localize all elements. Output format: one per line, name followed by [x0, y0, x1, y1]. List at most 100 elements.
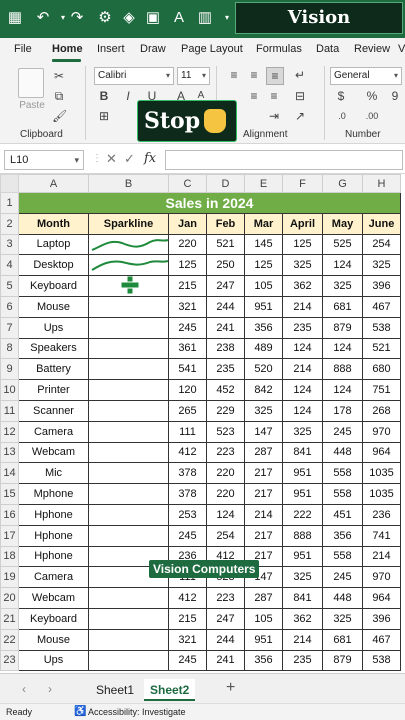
value-cell[interactable]: 451: [322, 503, 363, 526]
row-header[interactable]: 16: [0, 503, 19, 526]
row-header[interactable]: 14: [0, 462, 19, 485]
value-cell[interactable]: 245: [168, 649, 207, 672]
menu-draw[interactable]: Draw: [140, 43, 166, 55]
merge-center-icon[interactable]: ⊟: [292, 88, 308, 104]
row-header[interactable]: 13: [0, 441, 19, 464]
value-cell[interactable]: 538: [362, 649, 401, 672]
columns-icon[interactable]: ▥: [196, 9, 214, 27]
add-sheet-icon[interactable]: +: [226, 679, 235, 697]
value-cell[interactable]: 356: [322, 524, 363, 547]
text-icon[interactable]: A: [170, 9, 188, 27]
value-cell[interactable]: 223: [206, 441, 245, 464]
menu-home[interactable]: Home: [52, 43, 83, 55]
menu-file[interactable]: File: [14, 43, 32, 55]
month-cell[interactable]: Mic: [18, 462, 89, 485]
row-header[interactable]: 22: [0, 628, 19, 651]
value-cell[interactable]: 521: [206, 233, 245, 256]
value-cell[interactable]: 841: [282, 587, 323, 609]
align-middle-icon[interactable]: ≡: [246, 67, 262, 83]
insert-function-icon[interactable]: fx: [144, 150, 156, 168]
value-cell[interactable]: 396: [362, 607, 401, 630]
wrap-text-icon[interactable]: ↵: [292, 67, 308, 83]
orientation-icon[interactable]: ↗: [292, 108, 308, 124]
row-header[interactable]: 23: [0, 649, 19, 672]
value-cell[interactable]: 245: [168, 316, 207, 339]
value-cell[interactable]: 325: [362, 254, 401, 277]
value-cell[interactable]: 235: [206, 358, 245, 381]
menu-formulas[interactable]: Formulas: [256, 43, 302, 55]
value-cell[interactable]: 362: [282, 607, 323, 630]
value-cell[interactable]: 558: [322, 462, 363, 485]
column-header-f[interactable]: F: [282, 174, 323, 193]
column-header-a[interactable]: A: [18, 174, 89, 193]
value-cell[interactable]: 448: [322, 441, 363, 464]
value-cell[interactable]: 879: [322, 649, 363, 672]
sparkline-cell[interactable]: [88, 379, 169, 401]
value-cell[interactable]: 253: [168, 503, 207, 526]
format-icon[interactable]: ◈: [120, 9, 138, 27]
value-cell[interactable]: 951: [244, 628, 283, 651]
header-cell[interactable]: Mar: [244, 212, 283, 235]
row-header[interactable]: 7: [0, 316, 19, 339]
month-cell[interactable]: Speakers: [18, 337, 89, 360]
month-cell[interactable]: Keyboard: [18, 275, 89, 297]
value-cell[interactable]: 125: [168, 254, 207, 277]
value-cell[interactable]: 124: [206, 503, 245, 526]
row-header[interactable]: 11: [0, 399, 19, 422]
value-cell[interactable]: 215: [168, 275, 207, 297]
row-header[interactable]: 12: [0, 420, 19, 443]
sparkline-cell[interactable]: [88, 420, 169, 443]
value-cell[interactable]: 111: [168, 420, 207, 443]
increase-indent-icon[interactable]: ⇥: [266, 108, 282, 124]
value-cell[interactable]: 325: [244, 399, 283, 422]
prev-sheet-icon[interactable]: ‹: [22, 682, 26, 696]
value-cell[interactable]: 412: [168, 587, 207, 609]
value-cell[interactable]: 970: [362, 420, 401, 443]
month-cell[interactable]: Desktop: [18, 254, 89, 277]
value-cell[interactable]: 254: [362, 233, 401, 256]
month-cell[interactable]: Webcam: [18, 441, 89, 464]
value-cell[interactable]: 220: [206, 462, 245, 485]
align-bottom-icon[interactable]: ≡: [266, 67, 284, 85]
value-cell[interactable]: 220: [206, 483, 245, 505]
value-cell[interactable]: 321: [168, 295, 207, 318]
undo-icon[interactable]: ↶: [34, 9, 52, 27]
value-cell[interactable]: 964: [362, 587, 401, 609]
menu-insert[interactable]: Insert: [97, 43, 125, 55]
font-name-dropdown[interactable]: Calibri ▾: [94, 67, 174, 85]
value-cell[interactable]: 178: [322, 399, 363, 422]
column-header-d[interactable]: D: [206, 174, 245, 193]
value-cell[interactable]: 321: [168, 628, 207, 651]
value-cell[interactable]: 244: [206, 295, 245, 318]
value-cell[interactable]: 247: [206, 275, 245, 297]
value-cell[interactable]: 223: [206, 587, 245, 609]
sparkline-cell[interactable]: [88, 316, 169, 339]
header-cell[interactable]: April: [282, 212, 323, 235]
value-cell[interactable]: 245: [322, 420, 363, 443]
value-cell[interactable]: 105: [244, 275, 283, 297]
row-header[interactable]: 10: [0, 379, 19, 401]
row-header[interactable]: 6: [0, 295, 19, 318]
align-top-icon[interactable]: ≡: [226, 67, 242, 83]
menu-page-layout[interactable]: Page Layout: [181, 43, 243, 55]
value-cell[interactable]: 247: [206, 607, 245, 630]
format-painter-icon[interactable]: 🖌: [52, 108, 67, 124]
sparkline-cell[interactable]: [88, 649, 169, 672]
value-cell[interactable]: 356: [244, 649, 283, 672]
value-cell[interactable]: 362: [282, 275, 323, 297]
value-cell[interactable]: 467: [362, 295, 401, 318]
month-cell[interactable]: Camera: [18, 566, 89, 589]
column-header-g[interactable]: G: [322, 174, 363, 193]
settings-icon[interactable]: ⚙: [96, 9, 114, 27]
redo-icon[interactable]: ↷: [68, 9, 86, 27]
name-box[interactable]: L10 ▾: [4, 150, 84, 170]
autosave-icon[interactable]: ▦: [6, 9, 24, 27]
value-cell[interactable]: 467: [362, 628, 401, 651]
value-cell[interactable]: 361: [168, 337, 207, 360]
month-cell[interactable]: Hphone: [18, 524, 89, 547]
value-cell[interactable]: 287: [244, 441, 283, 464]
column-header-h[interactable]: H: [362, 174, 401, 193]
sparkline-cell[interactable]: [88, 462, 169, 485]
month-cell[interactable]: Mouse: [18, 628, 89, 651]
value-cell[interactable]: 964: [362, 441, 401, 464]
